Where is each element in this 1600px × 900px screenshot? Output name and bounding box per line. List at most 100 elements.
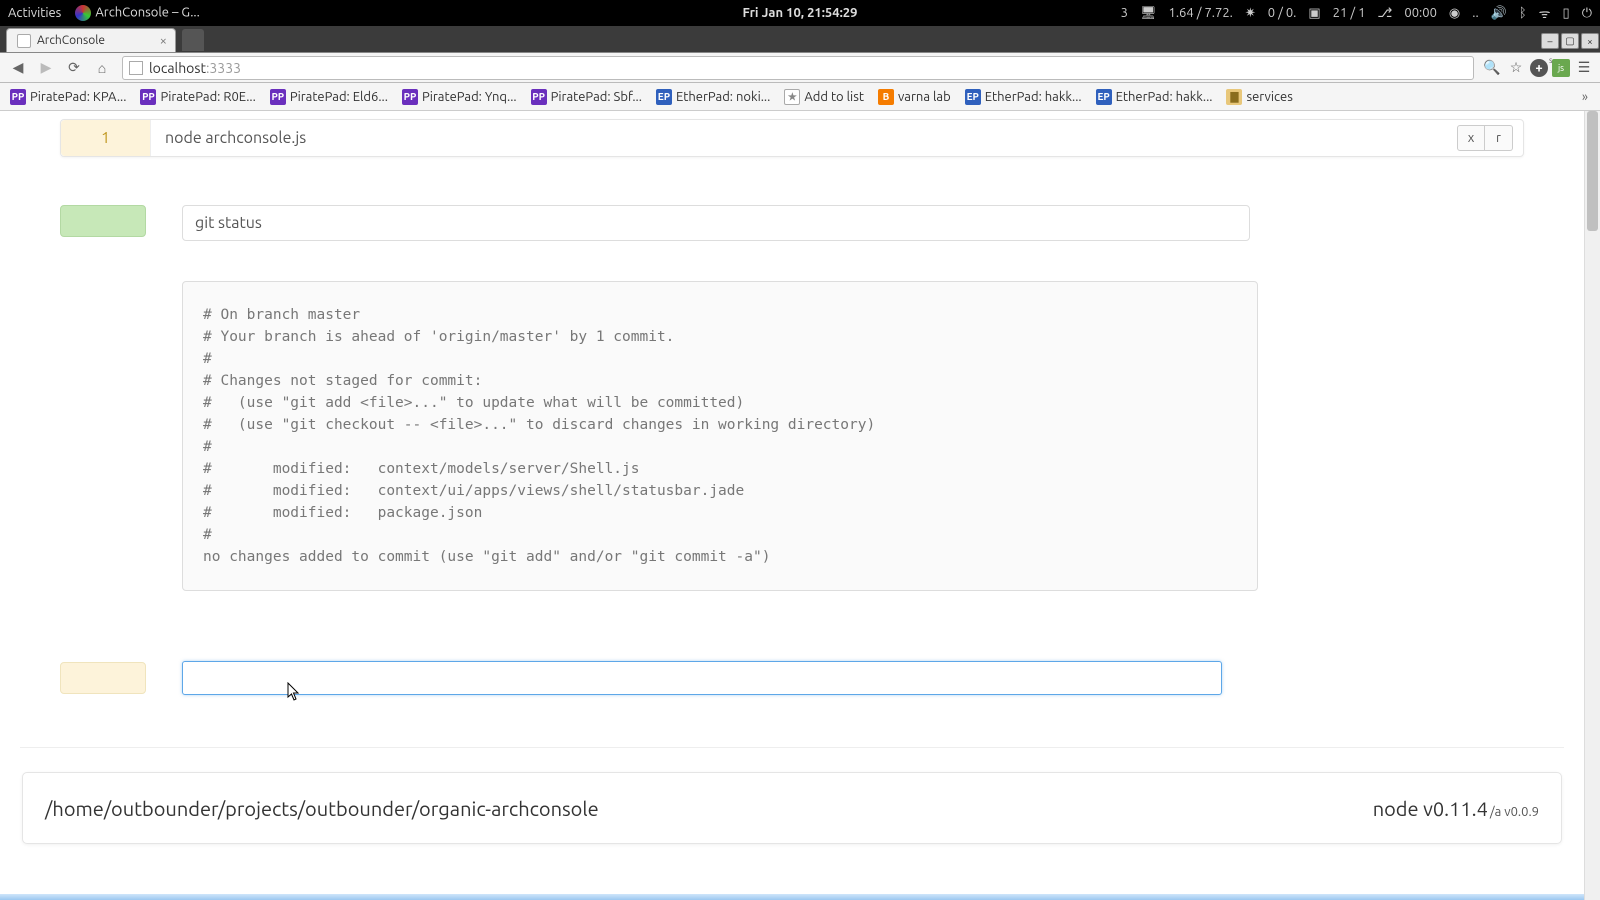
forward-button[interactable]: ▶ bbox=[34, 57, 58, 79]
url-host: localhost bbox=[149, 60, 206, 76]
folder-icon: ▇ bbox=[1226, 89, 1242, 105]
bookmark-item[interactable]: ▇ services bbox=[1222, 87, 1296, 107]
battery-icon[interactable]: ▯ bbox=[1563, 6, 1570, 21]
favicon-icon: PP bbox=[531, 89, 547, 105]
reload-button[interactable]: ⟳ bbox=[62, 57, 86, 79]
app-version: /a v0.0.9 bbox=[1490, 805, 1539, 819]
bookmark-item[interactable]: ★ Add to list bbox=[780, 87, 868, 107]
browser-tab[interactable]: ArchConsole × bbox=[6, 28, 176, 52]
net-indicator: 0 / 0. bbox=[1268, 6, 1297, 20]
status-bar: /home/outbounder/projects/outbounder/org… bbox=[22, 772, 1562, 844]
app-icon bbox=[75, 5, 91, 21]
tab-title: ArchConsole bbox=[37, 34, 105, 47]
js-extension-icon[interactable]: sjs bbox=[1552, 59, 1570, 77]
activities-button[interactable]: Activities bbox=[8, 6, 61, 20]
branch-icon[interactable]: ⎇ bbox=[1377, 6, 1392, 21]
zoom-icon[interactable]: 🔍 bbox=[1482, 58, 1502, 78]
page-icon bbox=[129, 61, 143, 75]
kill-button[interactable]: x bbox=[1457, 125, 1485, 151]
bookmarks-bar: PPPiratePad: KPA...PPPiratePad: R0E...PP… bbox=[0, 83, 1600, 111]
running-command-bar: 1 node archconsole.js x r bbox=[60, 119, 1524, 157]
bookmark-item[interactable]: EP EtherPad: hakk... bbox=[961, 87, 1086, 107]
extensions-plus-icon[interactable]: + bbox=[1530, 59, 1548, 77]
favicon-icon: PP bbox=[270, 89, 286, 105]
bookmarks-overflow-icon[interactable]: » bbox=[1576, 90, 1594, 104]
completed-command-row: git status bbox=[60, 205, 1524, 241]
rerun-button[interactable]: r bbox=[1485, 125, 1513, 151]
bookmark-label: PiratePad: Eld6... bbox=[290, 90, 388, 104]
version-label: node v0.11.4 /a v0.0.9 bbox=[1373, 797, 1539, 820]
window-minimize-button[interactable]: – bbox=[1541, 33, 1559, 49]
bookmark-item[interactable]: PP PiratePad: Ynq... bbox=[398, 87, 521, 107]
volume-icon[interactable]: 🔊 bbox=[1491, 6, 1507, 21]
bookmark-label: services bbox=[1246, 90, 1292, 104]
scrollbar-thumb[interactable] bbox=[1587, 111, 1598, 231]
gear-icon[interactable]: ✷ bbox=[1245, 6, 1256, 21]
bookmark-label: Add to list bbox=[804, 90, 864, 104]
bookmark-item[interactable]: PP PiratePad: R0E... bbox=[136, 87, 259, 107]
favicon-icon: EP bbox=[965, 89, 981, 105]
favicon-icon: B bbox=[878, 89, 894, 105]
load-indicator: 1.64 / 7.72. bbox=[1169, 6, 1233, 20]
favicon-icon: PP bbox=[140, 89, 156, 105]
bookmark-item[interactable]: PP PiratePad: Sbf... bbox=[527, 87, 646, 107]
nav-toolbar: ◀ ▶ ⟳ ⌂ localhost:3333 🔍 ☆ + sjs ☰ bbox=[0, 53, 1600, 83]
favicon-icon: PP bbox=[10, 89, 26, 105]
address-bar[interactable]: localhost:3333 bbox=[122, 56, 1474, 80]
bookmark-label: varna lab bbox=[898, 90, 951, 104]
command-index-badge: 1 bbox=[61, 120, 151, 156]
menu-icon[interactable]: ☰ bbox=[1574, 58, 1594, 78]
gnome-top-bar: Activities ArchConsole – G... Fri Jan 10… bbox=[0, 0, 1600, 26]
power-icon[interactable]: ⏻ bbox=[1582, 6, 1592, 21]
clock[interactable]: Fri Jan 10, 21:54:29 bbox=[743, 6, 858, 20]
bookmark-item[interactable]: EP EtherPad: hakk... bbox=[1092, 87, 1217, 107]
home-button[interactable]: ⌂ bbox=[90, 57, 114, 79]
bookmark-label: PiratePad: Sbf... bbox=[551, 90, 642, 104]
bookmark-label: EtherPad: hakk... bbox=[985, 90, 1082, 104]
window-maximize-button[interactable]: ▢ bbox=[1561, 33, 1579, 49]
bookmark-label: PiratePad: R0E... bbox=[160, 90, 255, 104]
favicon-icon: PP bbox=[402, 89, 418, 105]
tab-close-icon[interactable]: × bbox=[160, 34, 167, 48]
bookmark-item[interactable]: Bvarna lab bbox=[874, 87, 955, 107]
favicon-icon: ★ bbox=[784, 89, 800, 105]
wifi-icon[interactable]: ᯤ bbox=[1539, 4, 1551, 22]
node-version: node v0.11.4 bbox=[1373, 797, 1488, 820]
accessibility-icon[interactable]: ◉ bbox=[1449, 6, 1460, 21]
new-tab-button[interactable] bbox=[182, 29, 204, 51]
favicon-icon: EP bbox=[656, 89, 672, 105]
back-button[interactable]: ◀ bbox=[6, 57, 30, 79]
dots-indicator: .. bbox=[1472, 6, 1478, 20]
command-text: node archconsole.js bbox=[151, 129, 1457, 147]
bluetooth-icon[interactable]: ᛒ bbox=[1519, 6, 1527, 20]
favicon-icon: EP bbox=[1096, 89, 1112, 105]
command-input[interactable] bbox=[182, 661, 1222, 695]
prompt-row bbox=[60, 661, 1524, 695]
bookmark-label: EtherPad: noki... bbox=[676, 90, 770, 104]
bookmark-item[interactable]: PP PiratePad: KPA... bbox=[6, 87, 130, 107]
url-port: :3333 bbox=[206, 60, 241, 76]
command-output: # On branch master # Your branch is ahea… bbox=[182, 281, 1258, 591]
box-icon[interactable]: ▣ bbox=[1308, 6, 1320, 21]
active-app[interactable]: ArchConsole – G... bbox=[75, 5, 200, 21]
tab-strip: ArchConsole × – ▢ × bbox=[0, 26, 1600, 53]
vertical-scrollbar[interactable] bbox=[1584, 111, 1600, 900]
display-icon[interactable]: 🖥 bbox=[1140, 6, 1157, 21]
bottom-accent-bar bbox=[0, 894, 1584, 900]
active-app-title: ArchConsole – G... bbox=[95, 5, 200, 19]
bookmark-item[interactable]: PP PiratePad: Eld6... bbox=[266, 87, 392, 107]
window-close-button[interactable]: × bbox=[1581, 33, 1599, 49]
workspace-indicator[interactable]: 3 bbox=[1121, 6, 1128, 20]
bookmark-label: PiratePad: Ynq... bbox=[422, 90, 517, 104]
tab-favicon bbox=[17, 34, 31, 48]
success-badge bbox=[60, 205, 146, 237]
bookmark-item[interactable]: EP EtherPad: noki... bbox=[652, 87, 774, 107]
bookmark-star-icon[interactable]: ☆ bbox=[1506, 58, 1526, 78]
bookmark-label: PiratePad: KPA... bbox=[30, 90, 126, 104]
output-text: # On branch master # Your branch is ahea… bbox=[203, 304, 1237, 568]
bookmark-label: EtherPad: hakk... bbox=[1116, 90, 1213, 104]
cwd-label: /home/outbounder/projects/outbounder/org… bbox=[45, 797, 599, 820]
divider bbox=[20, 747, 1564, 748]
timer-indicator: 00:00 bbox=[1404, 6, 1437, 20]
page-content: 1 node archconsole.js x r git status # O… bbox=[0, 111, 1584, 900]
